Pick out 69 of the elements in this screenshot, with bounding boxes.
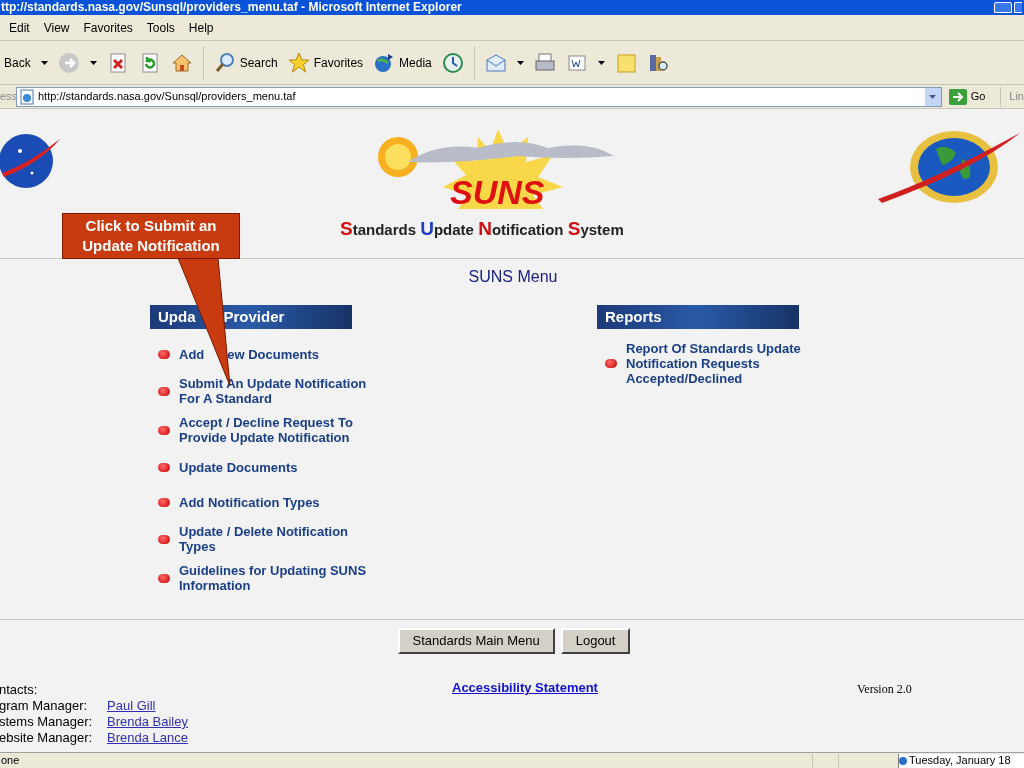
callout-box: Click to Submit an Update Notification	[62, 213, 240, 259]
bullet-icon	[158, 573, 170, 583]
section-title: Reports	[605, 306, 662, 327]
contacts-label: ntacts:	[0, 682, 39, 698]
contact-role: ebsite Manager:	[0, 730, 94, 746]
accessibility-link[interactable]: Accessibility Statement	[452, 678, 598, 698]
dropdown-arrow-icon	[929, 94, 937, 99]
search-icon	[213, 51, 236, 74]
bullet-icon	[158, 425, 170, 435]
menu-item[interactable]: Tools	[146, 18, 175, 37]
menu-link[interactable]: Add	[179, 346, 205, 362]
menu-link[interactable]: Guidelines for Updating SUNS Information	[179, 563, 384, 593]
favorites-button[interactable]: Favorites	[287, 51, 364, 74]
printer-icon	[533, 51, 556, 74]
version-label: Version 2.0	[857, 681, 912, 698]
logo-subtitle: Standards Update Notification System	[340, 217, 624, 241]
bullet-icon	[158, 534, 170, 544]
menu-link[interactable]: Accept / Decline Request To Provide Update Notification	[179, 415, 384, 445]
maximize-button[interactable]	[1014, 2, 1022, 13]
history-button[interactable]	[441, 51, 464, 74]
menu-item[interactable]: Favorites	[83, 18, 133, 37]
bullet-icon	[158, 349, 170, 359]
contact-link[interactable]: Brenda Lance	[107, 730, 188, 746]
dropdown-arrow-icon[interactable]	[89, 60, 97, 65]
bullet-icon	[605, 359, 617, 368]
media-button[interactable]: Media	[373, 51, 432, 74]
menu-item[interactable]: Edit	[9, 18, 30, 37]
links-label: Lin	[1008, 89, 1024, 105]
back-button[interactable]: Back	[4, 53, 31, 72]
menu-link[interactable]: Update Documents	[179, 459, 384, 475]
page-heading: SUNS Menu	[467, 267, 559, 287]
note-icon	[614, 51, 637, 74]
clock-field: Tuesday, January 18	[898, 753, 1024, 768]
bullet-icon	[158, 462, 170, 472]
contact-link[interactable]: Paul Gill	[107, 698, 156, 714]
star-icon	[287, 51, 310, 74]
status-text: one	[0, 753, 21, 768]
menu-link[interactable]: ew Documents	[227, 346, 320, 362]
contact-link[interactable]: Brenda Bailey	[107, 714, 188, 730]
menu-item[interactable]: View	[43, 18, 70, 37]
bullet-icon	[158, 497, 170, 507]
page-icon	[19, 88, 35, 105]
section-title: Upda	[158, 306, 196, 327]
bullet-icon	[158, 386, 170, 396]
menu-link[interactable]: Submit An Update Notification For A Standard	[179, 376, 384, 406]
address-field[interactable]: http://standards.nasa.gov/Sunsql/providers_menu.taf	[16, 86, 942, 107]
dropdown-arrow-icon[interactable]	[597, 60, 605, 65]
go-button[interactable]: Go	[945, 88, 989, 105]
arrow-icon	[948, 88, 967, 105]
clock-icon	[441, 51, 464, 74]
nasa-logo-icon	[0, 133, 60, 189]
menu-link[interactable]: Update / Delete Notification Types	[179, 524, 384, 554]
minimize-button[interactable]	[994, 2, 1012, 13]
contact-role: stems Manager:	[0, 714, 94, 730]
window-title: ttp://standards.nasa.gov/Sunsql/providers_menu.taf - Microsoft Internet Explorer	[0, 0, 462, 15]
search-button[interactable]: Search	[213, 51, 278, 74]
menu-link[interactable]: Report Of Standards Update Notification Requests Accepted/Declined	[626, 341, 831, 386]
contact-role: gram Manager:	[0, 698, 89, 714]
page-button[interactable]: Logout	[560, 628, 631, 654]
dropdown-arrow-icon[interactable]	[516, 60, 524, 65]
print-button[interactable]	[533, 51, 556, 74]
globe-icon	[899, 756, 907, 765]
page-button[interactable]: Standards Main Menu	[397, 628, 555, 654]
logo-title: SUNS	[450, 175, 545, 209]
dropdown-button[interactable]	[924, 87, 941, 106]
menu-item[interactable]: Help	[188, 18, 214, 37]
menu-link[interactable]: Add Notification Types	[179, 494, 384, 510]
dropdown-arrow-icon[interactable]	[40, 60, 48, 65]
section-title: Provider	[223, 306, 285, 327]
